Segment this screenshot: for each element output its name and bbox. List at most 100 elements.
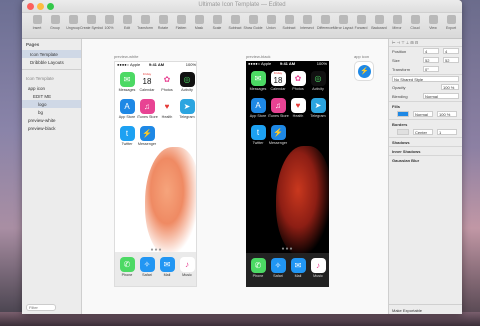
blending-select[interactable]: Normal [423, 93, 459, 99]
dock-app-phone[interactable]: ✆ Phone [248, 258, 268, 278]
export-icon [446, 15, 456, 24]
app-twitter[interactable]: t Twitter [248, 125, 268, 145]
artboard-label[interactable]: preview-white [114, 54, 138, 59]
opacity-row: Opacity 100 % [389, 83, 462, 92]
twitter-icon: t [250, 125, 266, 140]
app-itunes[interactable]: ♫ iTunes Store [137, 99, 158, 119]
dock: ✆ Phone ✧ Safari ✉ Mail ♪ Music [115, 252, 196, 286]
dock-app-phone[interactable]: ✆ Phone [117, 257, 137, 277]
wallpaper-fish [145, 147, 196, 257]
page-item[interactable]: Dribbble Layouts [22, 58, 81, 66]
layer-item[interactable]: bg [22, 108, 81, 116]
app-label: Calendar [139, 88, 155, 92]
app-itunes[interactable]: ♫ iTunes Store [268, 98, 289, 118]
app-health[interactable]: ♥ Health [288, 98, 308, 118]
artboard-label[interactable]: preview-black [246, 54, 270, 59]
app-messages[interactable]: ✉ Messages [117, 72, 137, 92]
app-appstore[interactable]: A App Store [117, 99, 137, 119]
close-button[interactable] [27, 3, 34, 10]
inner-shadows-header[interactable]: Inner Shadows [389, 146, 462, 155]
position-x-input[interactable]: 4 [423, 48, 439, 54]
rotate-icon [158, 15, 168, 24]
height-input[interactable]: 52 [443, 57, 459, 63]
layer-item[interactable]: app icon [22, 84, 81, 92]
appstore-icon: A [119, 99, 135, 114]
dock-app-safari[interactable]: ✧ Safari [268, 258, 288, 278]
app-activity[interactable]: ◎ Activity [308, 71, 328, 91]
borders-header[interactable]: Borders [389, 119, 462, 128]
sketch-window: Ultimate Icon Template — Edited Insert Gr… [22, 0, 462, 314]
layer-item[interactable]: logo [22, 100, 81, 108]
app-photos[interactable]: ✿ Photos [157, 72, 177, 92]
artboard-label[interactable]: app icon [354, 54, 369, 59]
fill-color-well[interactable] [397, 111, 409, 117]
gaussian-blur-header[interactable]: Gaussian Blur [389, 155, 462, 164]
transform-row: Transform 0° [389, 65, 462, 74]
pages-header: Pages [26, 42, 40, 47]
app-messenger[interactable]: ⚡ Messenger [137, 126, 157, 146]
phone-preview-white[interactable]: ●●●●○ Apple 9:41 AM 100% ✉ Messages Friday 18 C… [114, 61, 197, 287]
toolbar-export-button[interactable]: Export [440, 15, 462, 30]
calendar-icon: Friday 18 [139, 72, 155, 87]
app-messages[interactable]: ✉ Messages [248, 71, 268, 91]
app-label: Mail [294, 274, 302, 278]
border-thickness-input[interactable]: 1 [437, 129, 457, 135]
dock-app-mail[interactable]: ✉ Mail [288, 258, 308, 278]
app-photos[interactable]: ✿ Photos [288, 71, 308, 91]
forward-icon [356, 15, 366, 24]
minimize-button[interactable] [37, 3, 44, 10]
shared-style-select[interactable]: No Shared Style [392, 76, 459, 82]
layer-item[interactable]: preview-black [22, 124, 81, 132]
union-icon [266, 15, 276, 24]
app-calendar[interactable]: Friday 18 Calendar [268, 71, 288, 91]
app-activity[interactable]: ◎ Activity [177, 72, 196, 92]
shadows-header[interactable]: Shadows [389, 137, 462, 146]
messages-icon: ✉ [119, 72, 135, 87]
filter-input[interactable] [26, 304, 56, 311]
flatten-icon [176, 15, 186, 24]
app-label: Telegram [310, 114, 326, 118]
position-y-input[interactable]: 4 [443, 48, 459, 54]
dock-app-mail[interactable]: ✉ Mail [157, 257, 177, 277]
fills-header[interactable]: Fills [389, 101, 462, 110]
opacity-input[interactable]: 100 % [441, 84, 459, 90]
width-input[interactable]: 52 [423, 57, 439, 63]
calendar-date: 18 [142, 77, 152, 86]
border-position-select[interactable]: Center [413, 129, 433, 135]
app-telegram[interactable]: ➤ Telegram [308, 98, 328, 118]
app-label: Photos [292, 87, 304, 91]
rotate-input[interactable]: 0° [423, 66, 439, 72]
dock-app-music[interactable]: ♪ Music [177, 257, 196, 277]
messages-icon: ✉ [250, 71, 266, 86]
phone-preview-black[interactable]: ●●●●○ Apple 9:41 AM 100% ✉ Messages Friday 18 C… [246, 61, 329, 287]
canvas[interactable]: preview-white preview-black app icon ●●●… [82, 39, 388, 314]
layer-item[interactable]: preview-white [22, 116, 81, 124]
opacity-label: Opacity [392, 85, 406, 90]
app-label: Telegram [179, 115, 195, 119]
make-exportable-button[interactable]: Make Exportable [389, 304, 462, 314]
app-label: Mail [163, 273, 171, 277]
fill-opacity-input[interactable]: 100 % [437, 111, 457, 117]
app-calendar[interactable]: Friday 18 Calendar [137, 72, 157, 92]
zoom-icon [104, 15, 114, 24]
app-label: iTunes Store [137, 115, 158, 119]
app-telegram[interactable]: ➤ Telegram [177, 99, 196, 119]
layer-item[interactable]: EDIT ME [22, 92, 81, 100]
preview-icon [392, 15, 402, 24]
app-icon-artboard[interactable]: ⚡ [354, 61, 374, 81]
zoom-button[interactable] [47, 3, 54, 10]
app-messenger[interactable]: ⚡ Messenger [268, 125, 288, 145]
edit-icon [122, 15, 132, 24]
border-color-well[interactable] [397, 129, 409, 135]
app-appstore[interactable]: A App Store [248, 98, 268, 118]
appstore-icon: A [250, 98, 266, 113]
dock-app-music[interactable]: ♪ Music [308, 258, 328, 278]
page-item[interactable]: Icon Template [22, 50, 81, 58]
dock-app-safari[interactable]: ✧ Safari [137, 257, 157, 277]
app-label: Health [161, 115, 173, 119]
app-health[interactable]: ♥ Health [157, 99, 177, 119]
fill-blend-select[interactable]: Normal [413, 111, 433, 117]
app-label: Music [182, 273, 192, 277]
app-twitter[interactable]: t Twitter [117, 126, 137, 146]
music-icon: ♪ [179, 257, 195, 272]
